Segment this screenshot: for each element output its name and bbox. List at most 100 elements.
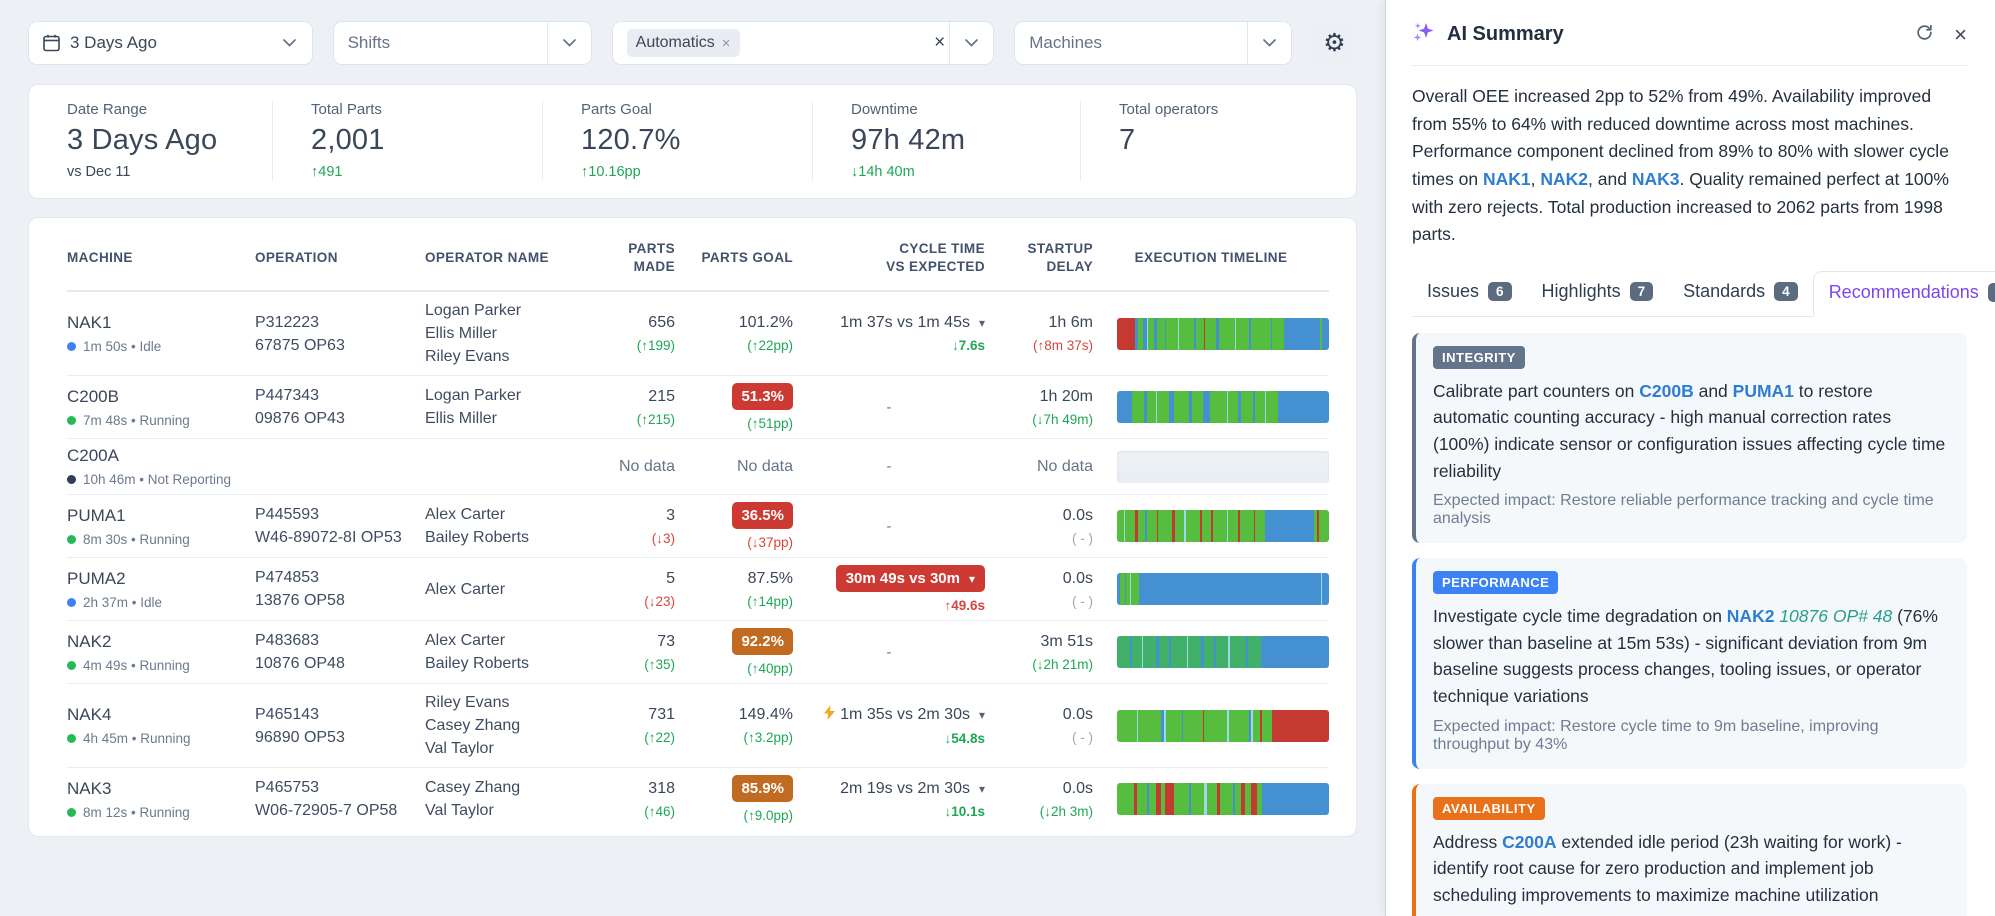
column-header-execution-timeline[interactable]: EXECUTION TIMELINE bbox=[1093, 249, 1329, 267]
column-header-machine[interactable]: MACHINE bbox=[67, 249, 255, 267]
operators-cell: Alex CarterBailey Roberts bbox=[425, 503, 587, 549]
timeline-segment bbox=[1147, 391, 1157, 423]
header-label: PARTS GOAL bbox=[675, 249, 793, 267]
tab-recommendations[interactable]: Recommendations4 bbox=[1813, 271, 1995, 317]
chevron-down-icon[interactable] bbox=[949, 22, 993, 64]
column-header-startup-delay[interactable]: STARTUPDELAY bbox=[985, 240, 1093, 276]
timeline-segment bbox=[1248, 636, 1261, 668]
operator-name: Alex Carter bbox=[425, 578, 587, 601]
operation-number: 96890 OP53 bbox=[255, 726, 425, 749]
column-header-operator-name[interactable]: OPERATOR NAME bbox=[425, 249, 587, 267]
execution-timeline-bar[interactable] bbox=[1117, 636, 1329, 668]
clear-filter-icon[interactable]: × bbox=[930, 32, 949, 54]
table-row[interactable]: C200A10h 46m • Not ReportingNo dataNo da… bbox=[67, 439, 1329, 495]
category-badge: PERFORMANCE bbox=[1433, 571, 1558, 594]
kpi-delta: ↓14h 40m bbox=[851, 164, 1070, 180]
machine-type-dropdown[interactable]: Automatics × × bbox=[612, 21, 995, 65]
timeline-segment bbox=[1138, 710, 1161, 742]
timeline-segment bbox=[1165, 783, 1174, 815]
chevron-down-icon[interactable] bbox=[547, 22, 591, 64]
calendar-icon bbox=[43, 34, 60, 52]
status-text: 4h 45m • Running bbox=[83, 731, 191, 746]
timeline-segment bbox=[1196, 318, 1204, 350]
timeline-segment bbox=[1228, 391, 1238, 423]
machine-link[interactable]: NAK3 bbox=[1632, 169, 1680, 189]
parts-goal-cell: 92.2%(↑40pp) bbox=[675, 628, 793, 676]
cycle-time-cell: 1m 35s vs 2m 30s▾↓54.8s bbox=[793, 705, 985, 746]
cycle-time-empty: - bbox=[793, 644, 985, 661]
column-header-parts-goal[interactable]: PARTS GOAL bbox=[675, 249, 793, 267]
tab-count-badge: 6 bbox=[1488, 282, 1512, 301]
timeline-segment bbox=[1272, 710, 1329, 742]
operation-cell: P48368310876 OP48 bbox=[255, 629, 425, 675]
machine-cell: NAK11m 50s • Idle bbox=[67, 313, 255, 354]
machine-link[interactable]: NAK2 bbox=[1540, 169, 1588, 189]
header-label: PARTS MADE bbox=[587, 240, 675, 276]
tab-standards[interactable]: Standards4 bbox=[1668, 271, 1813, 316]
execution-timeline-bar[interactable] bbox=[1117, 510, 1329, 542]
machine-link[interactable]: PUMA1 bbox=[1733, 381, 1794, 401]
timeline-segment bbox=[1143, 636, 1156, 668]
cycle-time-toggle[interactable]: 1m 37s vs 1m 45s▾ bbox=[840, 314, 985, 332]
no-data-label: No data bbox=[675, 458, 793, 476]
parts-made-cell: No data bbox=[587, 458, 675, 476]
table-row[interactable]: NAK24m 49s • RunningP48368310876 OP48Ale… bbox=[67, 621, 1329, 684]
recommendation-card-integrity: INTEGRITYCalibrate part counters on C200… bbox=[1412, 333, 1967, 543]
machines-dropdown[interactable]: Machines bbox=[1014, 21, 1292, 65]
ai-summary-panel: AI Summary × Overall OEE increased 2pp t… bbox=[1385, 0, 1995, 916]
startup-delay-cell: 3m 51s(↓2h 21m) bbox=[985, 633, 1093, 672]
machine-link[interactable]: NAK1 bbox=[1483, 169, 1531, 189]
close-icon[interactable]: × bbox=[1954, 24, 1967, 46]
chip-remove-icon[interactable]: × bbox=[722, 35, 731, 52]
execution-timeline-bar[interactable] bbox=[1117, 451, 1329, 483]
table-body: NAK11m 50s • IdleP31222367875 OP63Logan … bbox=[67, 292, 1329, 830]
machine-link[interactable]: C200B bbox=[1639, 381, 1693, 401]
automatics-filter-chip[interactable]: Automatics × bbox=[627, 29, 740, 57]
timeline-segment bbox=[1207, 783, 1218, 815]
timeline-segment bbox=[1157, 318, 1165, 350]
machine-link[interactable]: C200A bbox=[1502, 832, 1556, 852]
tab-issues[interactable]: Issues6 bbox=[1412, 271, 1527, 316]
machine-link[interactable]: NAK2 bbox=[1727, 606, 1775, 626]
execution-timeline-bar[interactable] bbox=[1117, 318, 1329, 350]
table-row[interactable]: NAK38m 12s • RunningP465753W06-72905-7 O… bbox=[67, 768, 1329, 830]
settings-button[interactable]: ⚙ bbox=[1312, 20, 1357, 66]
execution-timeline-bar[interactable] bbox=[1117, 710, 1329, 742]
table-row[interactable]: PUMA22h 37m • IdleP47485313876 OP58Alex … bbox=[67, 558, 1329, 621]
expected-impact-text: Expected impact: Restore reliable perfor… bbox=[1433, 492, 1950, 528]
parts-made-delta: (↑35) bbox=[587, 657, 675, 672]
execution-timeline-bar[interactable] bbox=[1117, 573, 1329, 605]
kpi-total-parts: Total Parts2,001↑491 bbox=[272, 101, 542, 180]
cycle-time-toggle[interactable]: 2m 19s vs 2m 30s▾ bbox=[840, 780, 985, 798]
operator-name: Casey Zhang bbox=[425, 714, 587, 737]
kpi-delta: vs Dec 11 bbox=[67, 164, 262, 180]
startup-delay-value: 1h 20m bbox=[985, 388, 1093, 406]
cycle-time-toggle[interactable]: 1m 35s vs 2m 30s▾ bbox=[824, 705, 985, 725]
column-header-operation[interactable]: OPERATION bbox=[255, 249, 425, 267]
column-header-cycle-time[interactable]: CYCLE TIMEVS EXPECTED bbox=[793, 240, 985, 276]
kpi-value: 2,001 bbox=[311, 124, 532, 157]
date-range-dropdown[interactable]: 3 Days Ago bbox=[28, 21, 313, 65]
refresh-icon[interactable] bbox=[1915, 23, 1934, 47]
cycle-time-delta: ↓7.6s bbox=[793, 338, 985, 353]
program-number: P445593 bbox=[255, 503, 425, 526]
chevron-down-icon[interactable] bbox=[268, 22, 312, 64]
parts-made-value: 3 bbox=[587, 507, 675, 525]
shifts-dropdown[interactable]: Shifts bbox=[333, 21, 592, 65]
execution-timeline-bar[interactable] bbox=[1117, 391, 1329, 423]
tab-highlights[interactable]: Highlights7 bbox=[1527, 271, 1669, 316]
table-row[interactable]: NAK44h 45m • RunningP46514396890 OP53Ril… bbox=[67, 684, 1329, 768]
timeline-cell bbox=[1093, 710, 1329, 742]
machine-status: 8m 12s • Running bbox=[67, 805, 255, 820]
kpi-label: Total Parts bbox=[311, 101, 532, 118]
timeline-segment bbox=[1266, 391, 1278, 423]
column-header-parts-made[interactable]: PARTS MADE bbox=[587, 240, 675, 276]
table-row[interactable]: PUMA18m 30s • RunningP445593W46-89072-8I… bbox=[67, 495, 1329, 558]
table-row[interactable]: C200B7m 48s • RunningP44734309876 OP43Lo… bbox=[67, 376, 1329, 439]
cycle-time-toggle[interactable]: 30m 49s vs 30m▾ bbox=[836, 565, 985, 592]
table-row[interactable]: NAK11m 50s • IdleP31222367875 OP63Logan … bbox=[67, 292, 1329, 376]
chevron-down-icon[interactable] bbox=[1247, 22, 1291, 64]
execution-timeline-bar[interactable] bbox=[1117, 783, 1329, 815]
cycle-time-empty: - bbox=[793, 518, 985, 535]
kpi-label: Date Range bbox=[67, 101, 262, 118]
